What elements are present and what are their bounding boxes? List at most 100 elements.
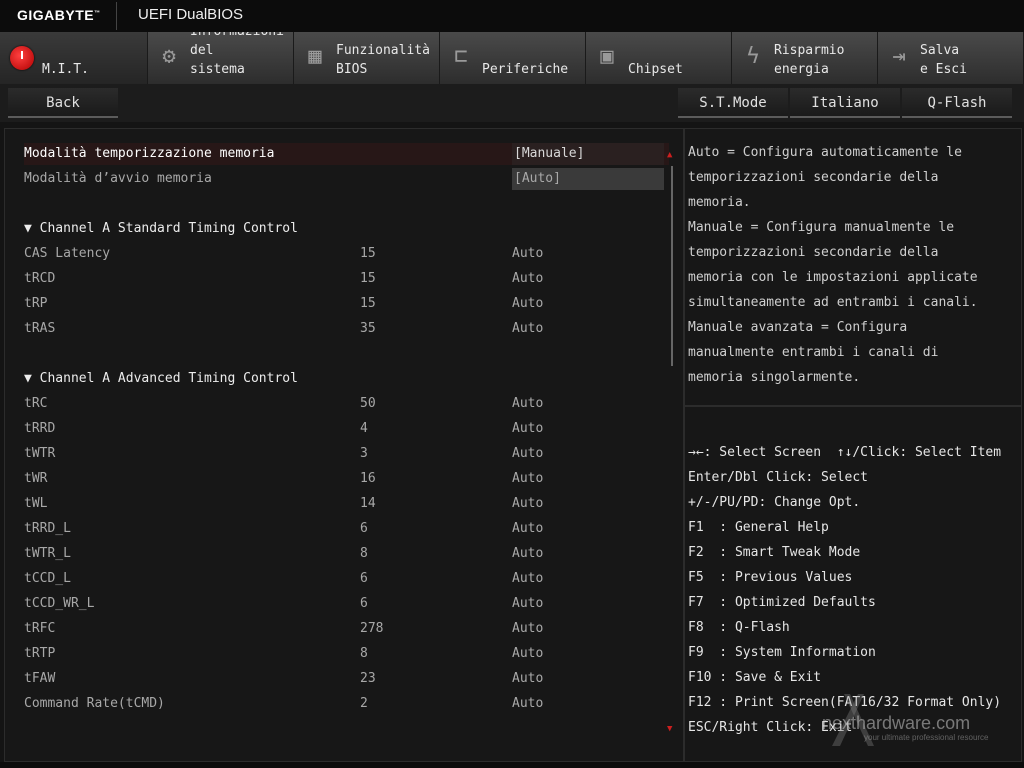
key-legend-line: Enter/Dbl Click: Select [688, 470, 869, 485]
timing-name: Command Rate(tCMD) [24, 696, 165, 711]
tab-label: Salva e Esci [920, 43, 967, 77]
timing-row[interactable]: tCCD_L 6 Auto [24, 568, 669, 590]
key-legend-line: F8 : Q-Flash [688, 620, 790, 635]
tab-mit[interactable]: M.I.T. [0, 32, 148, 84]
tab-label: Chipset [628, 62, 683, 77]
timing-value: 8 [360, 546, 368, 561]
timing-row[interactable]: CAS Latency 15 Auto [24, 243, 669, 265]
timing-value: 6 [360, 571, 368, 586]
watermark-text: nexthardware.com [822, 713, 971, 733]
back-button[interactable]: Back [8, 88, 118, 118]
timing-value: 3 [360, 446, 368, 461]
timing-mode: Auto [512, 696, 544, 711]
timing-mode-select[interactable]: [Manuale] [512, 143, 664, 165]
timing-name: tCCD_WR_L [24, 596, 95, 611]
section-header-advanced[interactable]: ▼ Channel A Advanced Timing Control [24, 368, 669, 390]
tab-save-exit[interactable]: ⇥ Salva e Esci [878, 32, 1024, 84]
st-mode-button[interactable]: S.T.Mode [678, 88, 788, 118]
timing-value: 15 [360, 271, 376, 286]
timing-name: tCCD_L [24, 571, 71, 586]
timing-row[interactable]: tRAS 35 Auto [24, 318, 669, 340]
timing-row[interactable]: tRTP 8 Auto [24, 643, 669, 665]
tab-chipset[interactable]: ▣ Chipset [586, 32, 732, 84]
timing-value: 15 [360, 246, 376, 261]
timing-value: 14 [360, 496, 376, 511]
boot-mode-row[interactable]: Modalità d’avvio memoria [Auto] [24, 168, 669, 190]
timing-value: 6 [360, 596, 368, 611]
timing-row[interactable]: tRRD 4 Auto [24, 418, 669, 440]
qflash-button[interactable]: Q-Flash [902, 88, 1012, 118]
timing-row[interactable]: tRP 15 Auto [24, 293, 669, 315]
section-header-standard[interactable]: ▼ Channel A Standard Timing Control [24, 218, 669, 240]
scroll-up-icon[interactable]: ▲ [667, 150, 677, 160]
bottom-bar [0, 762, 1024, 768]
tab-label: Periferiche [482, 62, 569, 77]
timing-value: 16 [360, 471, 376, 486]
key-legend-line: F5 : Previous Values [688, 570, 853, 585]
help-text-line: Manuale = Configura manualmente le [688, 220, 955, 235]
timing-row[interactable]: tRFC 278 Auto [24, 618, 669, 640]
timing-name: CAS Latency [24, 246, 111, 261]
language-button[interactable]: Italiano [790, 88, 900, 118]
timing-name: tWTR_L [24, 546, 71, 561]
key-legend-line: F1 : General Help [688, 520, 829, 535]
timing-row[interactable]: tFAW 23 Auto [24, 668, 669, 690]
scrollbar-thumb[interactable] [671, 166, 673, 366]
scroll-down-icon[interactable]: ▼ [667, 724, 677, 734]
timing-row[interactable]: tWL 14 Auto [24, 493, 669, 515]
plug-icon: ⊏ [454, 44, 468, 69]
help-text-line: memoria con le impostazioni applicate [688, 270, 978, 285]
timing-mode: Auto [512, 471, 544, 486]
timing-row[interactable]: tRC 50 Auto [24, 393, 669, 415]
timing-value: 4 [360, 421, 368, 436]
key-legend-line: +/-/PU/PD: Change Opt. [688, 495, 861, 510]
tab-label: Funzionalità BIOS [336, 43, 430, 77]
timing-mode: Auto [512, 396, 544, 411]
tab-label: Risparmio energia [774, 43, 845, 77]
timing-mode: Auto [512, 321, 544, 336]
help-text-line: temporizzazioni secondarie della [688, 245, 939, 260]
tab-system-info[interactable]: ⚙ Informazioni del sistema [148, 32, 294, 84]
setting-label: Modalità d’avvio memoria [24, 171, 212, 186]
chip-plus-icon: ▦ [308, 44, 322, 69]
timing-value: 35 [360, 321, 376, 336]
timing-mode: Auto [512, 246, 544, 261]
tab-peripherals[interactable]: ⊏ Periferiche [440, 32, 586, 84]
timing-name: tRAS [24, 321, 56, 336]
timing-row[interactable]: tWR 16 Auto [24, 468, 669, 490]
app-title: UEFI DualBIOS [138, 6, 244, 23]
timing-value: 2 [360, 696, 368, 711]
key-legend-line: F10 : Save & Exit [688, 670, 822, 685]
timing-mode: Auto [512, 596, 544, 611]
exit-icon: ⇥ [892, 44, 906, 69]
timing-row[interactable]: tRCD 15 Auto [24, 268, 669, 290]
timing-mode: Auto [512, 621, 544, 636]
tab-label: M.I.T. [42, 62, 89, 77]
timing-mode: Auto [512, 296, 544, 311]
timing-name: tRRD [24, 421, 56, 436]
timing-name: tRC [24, 396, 48, 411]
timing-row[interactable]: tWTR 3 Auto [24, 443, 669, 465]
chip-icon: ▣ [600, 44, 614, 69]
tab-bios-features[interactable]: ▦ Funzionalità BIOS [294, 32, 440, 84]
timing-row[interactable]: tWTR_L 8 Auto [24, 543, 669, 565]
timing-row[interactable]: tRRD_L 6 Auto [24, 518, 669, 540]
timing-mode: Auto [512, 546, 544, 561]
help-text-line: memoria singolarmente. [688, 370, 861, 385]
timing-mode-row[interactable]: Modalità temporizzazione memoria [Manual… [24, 143, 669, 165]
timing-name: tWR [24, 471, 48, 486]
help-text-line: memoria. [688, 195, 751, 210]
tab-label: Informazioni del sistema [190, 32, 284, 77]
timing-row[interactable]: Command Rate(tCMD) 2 Auto [24, 693, 669, 715]
timing-name: tRFC [24, 621, 56, 636]
timing-name: tRRD_L [24, 521, 71, 536]
timing-name: tWL [24, 496, 48, 511]
timing-name: tRP [24, 296, 48, 311]
boot-mode-select[interactable]: [Auto] [512, 168, 664, 190]
timing-value: 15 [360, 296, 376, 311]
lightning-icon: ϟ [746, 44, 760, 69]
timing-row[interactable]: tCCD_WR_L 6 Auto [24, 593, 669, 615]
timing-name: tRTP [24, 646, 56, 661]
tab-power-management[interactable]: ϟ Risparmio energia [732, 32, 878, 84]
timing-mode: Auto [512, 571, 544, 586]
